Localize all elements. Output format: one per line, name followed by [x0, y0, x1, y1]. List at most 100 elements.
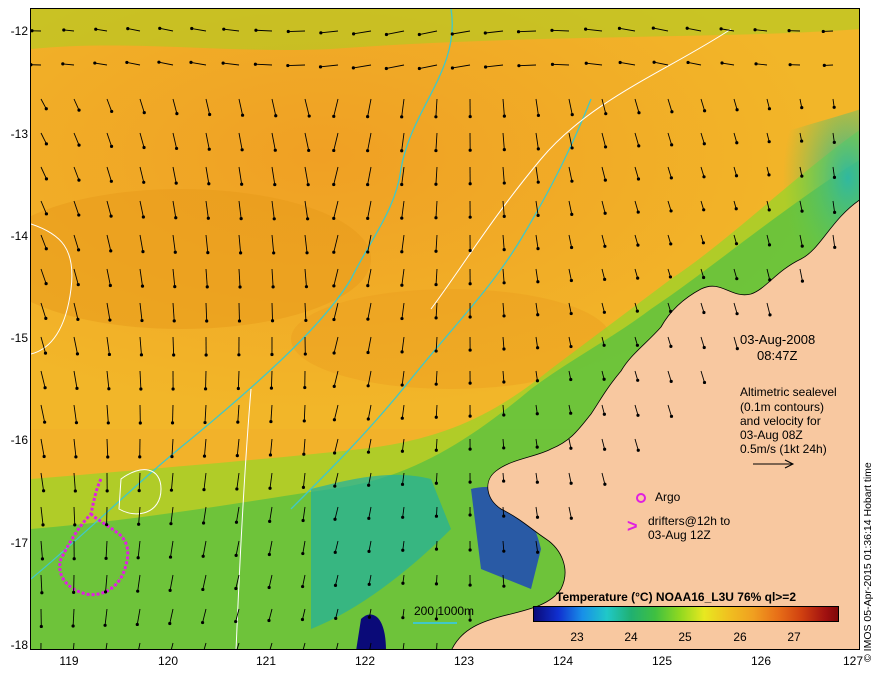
velocity-vector-head [637, 111, 641, 115]
velocity-vector-head [636, 413, 640, 417]
velocity-vector-head [77, 143, 81, 147]
velocity-vector-head [174, 181, 178, 185]
velocity-vector-head [702, 208, 706, 212]
velocity-vector-head [400, 416, 404, 420]
velocity-vector-head [669, 414, 674, 418]
velocity-vector-head [135, 622, 139, 627]
velocity-vector-head [137, 522, 141, 526]
velocity-vector-head [517, 64, 521, 68]
velocity-vector-head [108, 318, 112, 322]
velocity-vector-head [105, 523, 109, 527]
velocity-vector-head [173, 250, 177, 254]
velocity-vector-head [434, 349, 438, 353]
velocity-vector-head [735, 108, 739, 112]
velocity-vector-head [483, 31, 487, 35]
velocity-vector-head [44, 316, 48, 321]
velocity-vector-head [332, 317, 336, 322]
velocity-vector-head [800, 209, 804, 213]
velocity-vector-head [73, 489, 77, 493]
x-tick-label: 127 [842, 654, 864, 668]
velocity-vector-head [44, 177, 49, 181]
velocity-vector-head [569, 278, 573, 283]
colorbar-tick: 24 [624, 630, 638, 644]
velocity-vector-head [267, 552, 271, 557]
velocity-vector-head [142, 145, 146, 150]
velocity-vector-head [400, 182, 404, 187]
velocity-vector-head [603, 277, 607, 281]
velocity-vector-head [366, 149, 370, 153]
x-tick-label: 121 [255, 654, 277, 668]
time-label: 08:47Z [757, 348, 798, 363]
velocity-vector-head [401, 548, 405, 552]
velocity-vector-head [400, 250, 404, 254]
velocity-vector-head [670, 110, 674, 114]
velocity-vector-head [76, 248, 81, 252]
velocity-vector-head [333, 484, 337, 488]
x-tick-label: 120 [157, 654, 179, 668]
velocity-vector-head [434, 448, 438, 452]
velocity-vector-head [502, 281, 506, 285]
velocity-vector-head [434, 582, 439, 586]
y-tick-label: -13 [10, 127, 28, 141]
velocity-vector-head [109, 249, 113, 253]
velocity-vector-head [44, 247, 48, 251]
velocity-vector-head [301, 584, 305, 589]
velocity-vector-head [234, 520, 239, 524]
velocity-vector-head [468, 282, 472, 286]
velocity-vector-head [536, 280, 540, 284]
velocity-vector-head [468, 583, 472, 587]
velocity-vector-head [72, 590, 76, 594]
x-tick-label: 124 [552, 654, 574, 668]
velocity-vector-head [535, 515, 540, 519]
velocity-vector-head [366, 115, 370, 119]
velocity-vector-head [618, 60, 622, 65]
velocity-vector-head [140, 284, 145, 288]
velocity-vector-head [701, 241, 705, 245]
velocity-vector-head [832, 175, 837, 179]
velocity-vector-head [669, 344, 673, 348]
velocity-vector-head [536, 247, 540, 251]
velocity-vector-head [536, 147, 540, 151]
velocity-vector-head [108, 283, 112, 288]
sst-map [31, 9, 859, 649]
velocity-vector-head [669, 242, 673, 246]
velocity-vector-head [269, 419, 273, 424]
velocity-vector-head [174, 216, 178, 220]
velocity-vector-head [603, 145, 608, 149]
velocity-vector-head [272, 217, 276, 221]
velocity-vector-head [104, 556, 108, 560]
velocity-vector-head [434, 216, 438, 220]
velocity-vector-head [333, 517, 337, 521]
velocity-vector-head [468, 548, 472, 552]
velocity-vector-head [270, 319, 275, 323]
velocity-vector-head [635, 309, 639, 313]
velocity-vector-head [417, 32, 421, 37]
velocity-vector-head [106, 455, 110, 459]
x-tick-label: 122 [354, 654, 376, 668]
velocity-vector-head [158, 26, 162, 30]
velocity-vector-head [43, 420, 47, 424]
velocity-vector-head [400, 115, 404, 119]
velocity-vector-head [502, 549, 506, 553]
velocity-vector-head [303, 385, 307, 390]
velocity-vector-head [434, 249, 438, 253]
velocity-vector-head [367, 516, 371, 520]
velocity-vector-head [94, 27, 98, 31]
velocity-vector-head [400, 449, 405, 453]
velocity-vector-head [237, 319, 242, 323]
velocity-vector-head [569, 516, 573, 520]
velocity-vector-head [516, 30, 521, 34]
drifters-label: drifters@12h to [648, 514, 731, 528]
velocity-vector-head [170, 454, 174, 459]
altimetry-line: 03-Aug 08Z [740, 428, 803, 442]
velocity-vector-head [168, 555, 173, 559]
velocity-vector-head [569, 344, 573, 349]
velocity-vector-head [172, 353, 176, 357]
velocity-vector-head [254, 28, 258, 32]
velocity-vector-head [170, 421, 175, 425]
velocity-vector-head [434, 182, 438, 186]
velocity-vector-head [450, 66, 455, 70]
velocity-vector-head [175, 112, 179, 116]
velocity-vector-head [138, 455, 142, 459]
velocity-vector-head [468, 248, 472, 253]
